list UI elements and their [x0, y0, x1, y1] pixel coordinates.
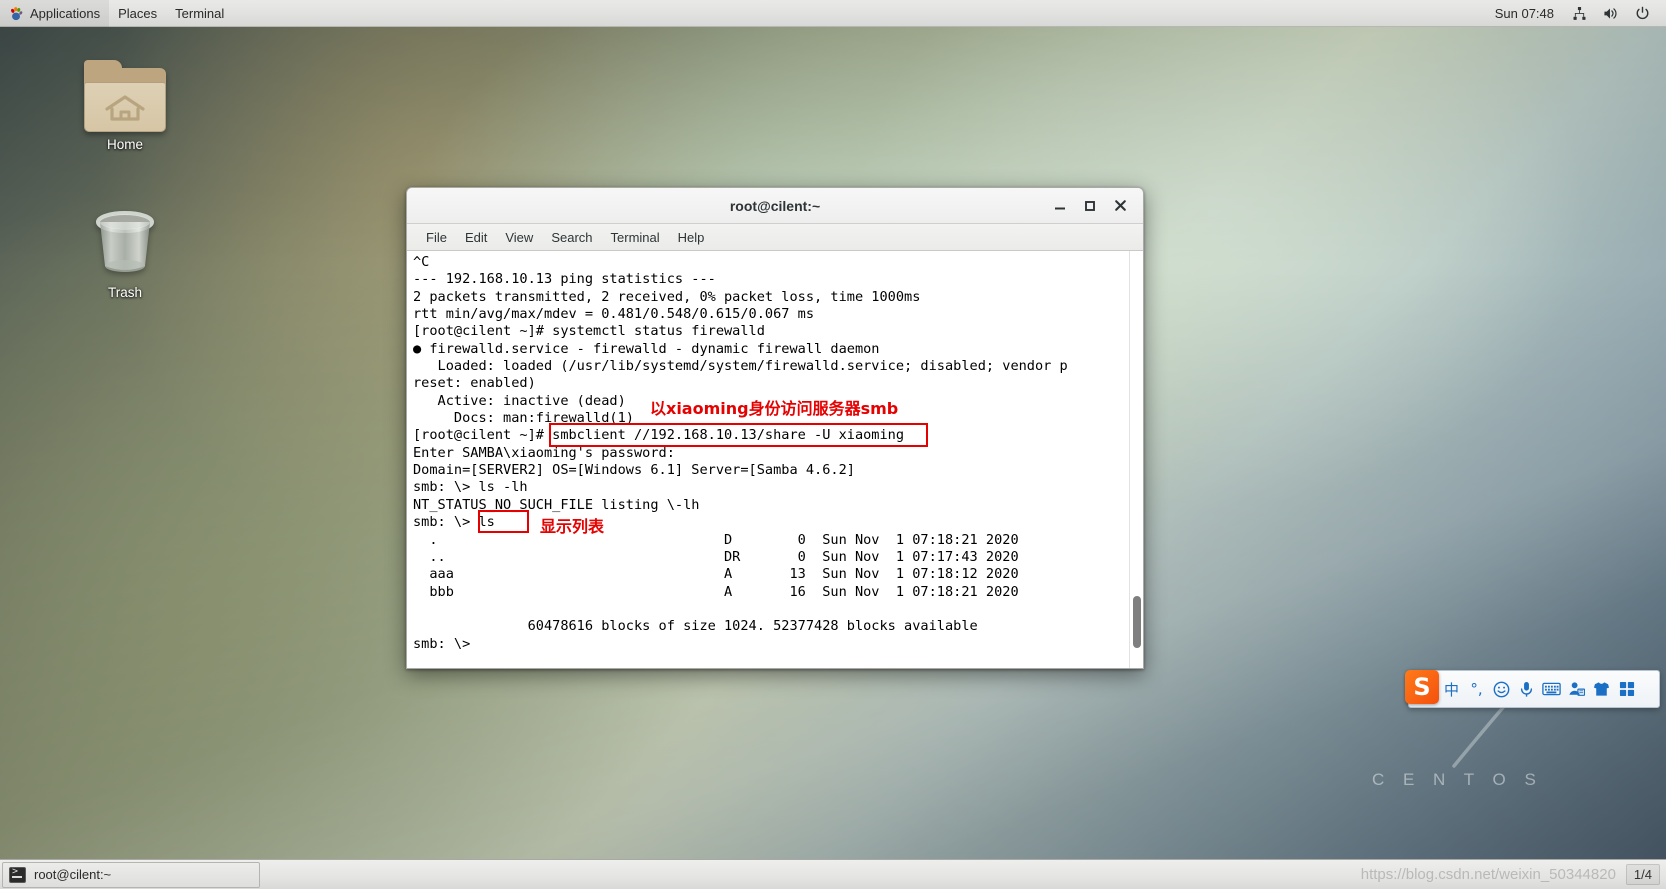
- menu-places[interactable]: Places: [109, 0, 166, 27]
- toolbox-icon[interactable]: [1614, 672, 1639, 706]
- terminal-output[interactable]: ^C --- 192.168.10.13 ping statistics ---…: [407, 251, 1129, 668]
- menu-file[interactable]: File: [417, 227, 456, 248]
- terminal-scrollbar-thumb[interactable]: [1133, 596, 1141, 648]
- terminal-menubar: File Edit View Search Terminal Help: [407, 224, 1143, 251]
- workspace-switcher[interactable]: 1/4: [1625, 864, 1660, 885]
- terminal-scrollbar[interactable]: [1129, 251, 1143, 668]
- taskbar-item-terminal[interactable]: root@cilent:~: [2, 861, 260, 888]
- punctuation-toggle[interactable]: °,: [1464, 672, 1489, 706]
- terminal-window[interactable]: root@cilent:~ File Edit View Search Term…: [406, 187, 1144, 669]
- centos-branding: C E N T O S: [1372, 770, 1543, 789]
- desktop-icon-trash-label: Trash: [107, 285, 142, 300]
- taskbar-item-label: root@cilent:~: [34, 867, 112, 882]
- chinese-english-toggle[interactable]: 中: [1439, 672, 1464, 706]
- menu-terminal-label: Terminal: [175, 5, 225, 21]
- menu-search[interactable]: Search: [542, 227, 601, 248]
- skin-icon[interactable]: [1589, 672, 1614, 706]
- gnome-foot-icon: [9, 6, 24, 21]
- power-icon[interactable]: [1627, 0, 1658, 27]
- desktop-icon-home[interactable]: Home: [70, 60, 180, 152]
- menu-applications-label: Applications: [30, 5, 101, 21]
- close-button[interactable]: [1105, 193, 1135, 219]
- centos-swoosh-decoration: [1452, 702, 1508, 768]
- bottom-panel: root@cilent:~ https://blog.csdn.net/weix…: [0, 859, 1666, 889]
- trash-can-icon: [89, 202, 161, 280]
- menu-terminal[interactable]: Terminal: [166, 0, 233, 27]
- desktop-icon-home-label: Home: [106, 137, 143, 152]
- user-account-icon[interactable]: [1564, 672, 1589, 706]
- sogou-input-method-bar[interactable]: S 中 °,: [1405, 670, 1660, 708]
- sogou-logo-icon[interactable]: S: [1405, 670, 1439, 704]
- menu-applications[interactable]: Applications: [0, 0, 110, 27]
- maximize-button[interactable]: [1075, 193, 1105, 219]
- menu-edit[interactable]: Edit: [456, 227, 496, 248]
- terminal-body[interactable]: ^C --- 192.168.10.13 ping statistics ---…: [407, 251, 1143, 668]
- voice-input-icon[interactable]: [1514, 672, 1539, 706]
- smbclient-note-text: 以xiaoming身份访问服务器smb: [650, 399, 899, 418]
- menu-terminal[interactable]: Terminal: [602, 227, 669, 248]
- terminal-title: root@cilent:~: [729, 197, 821, 214]
- soft-keyboard-icon[interactable]: [1539, 672, 1564, 706]
- desktop-icon-trash[interactable]: Trash: [70, 202, 180, 300]
- emoji-icon[interactable]: [1489, 672, 1514, 706]
- window-controls: [1045, 193, 1143, 219]
- ls-note-text: 显示列表: [540, 517, 605, 536]
- minimize-button[interactable]: [1045, 193, 1075, 219]
- network-icon[interactable]: [1564, 0, 1595, 27]
- menu-places-label: Places: [118, 5, 158, 21]
- terminal-icon: [9, 866, 26, 883]
- panel-status-area: Sun 07:48: [1485, 0, 1666, 27]
- menu-help[interactable]: Help: [669, 227, 714, 248]
- panel-clock[interactable]: Sun 07:48: [1485, 6, 1564, 21]
- top-panel: Applications Places Terminal Sun 07:48: [0, 0, 1666, 27]
- volume-icon[interactable]: [1595, 0, 1627, 27]
- menu-view[interactable]: View: [496, 227, 542, 248]
- folder-home-icon: [84, 60, 166, 132]
- terminal-titlebar[interactable]: root@cilent:~: [407, 188, 1143, 224]
- csdn-watermark: https://blog.csdn.net/weixin_50344820: [1360, 866, 1616, 883]
